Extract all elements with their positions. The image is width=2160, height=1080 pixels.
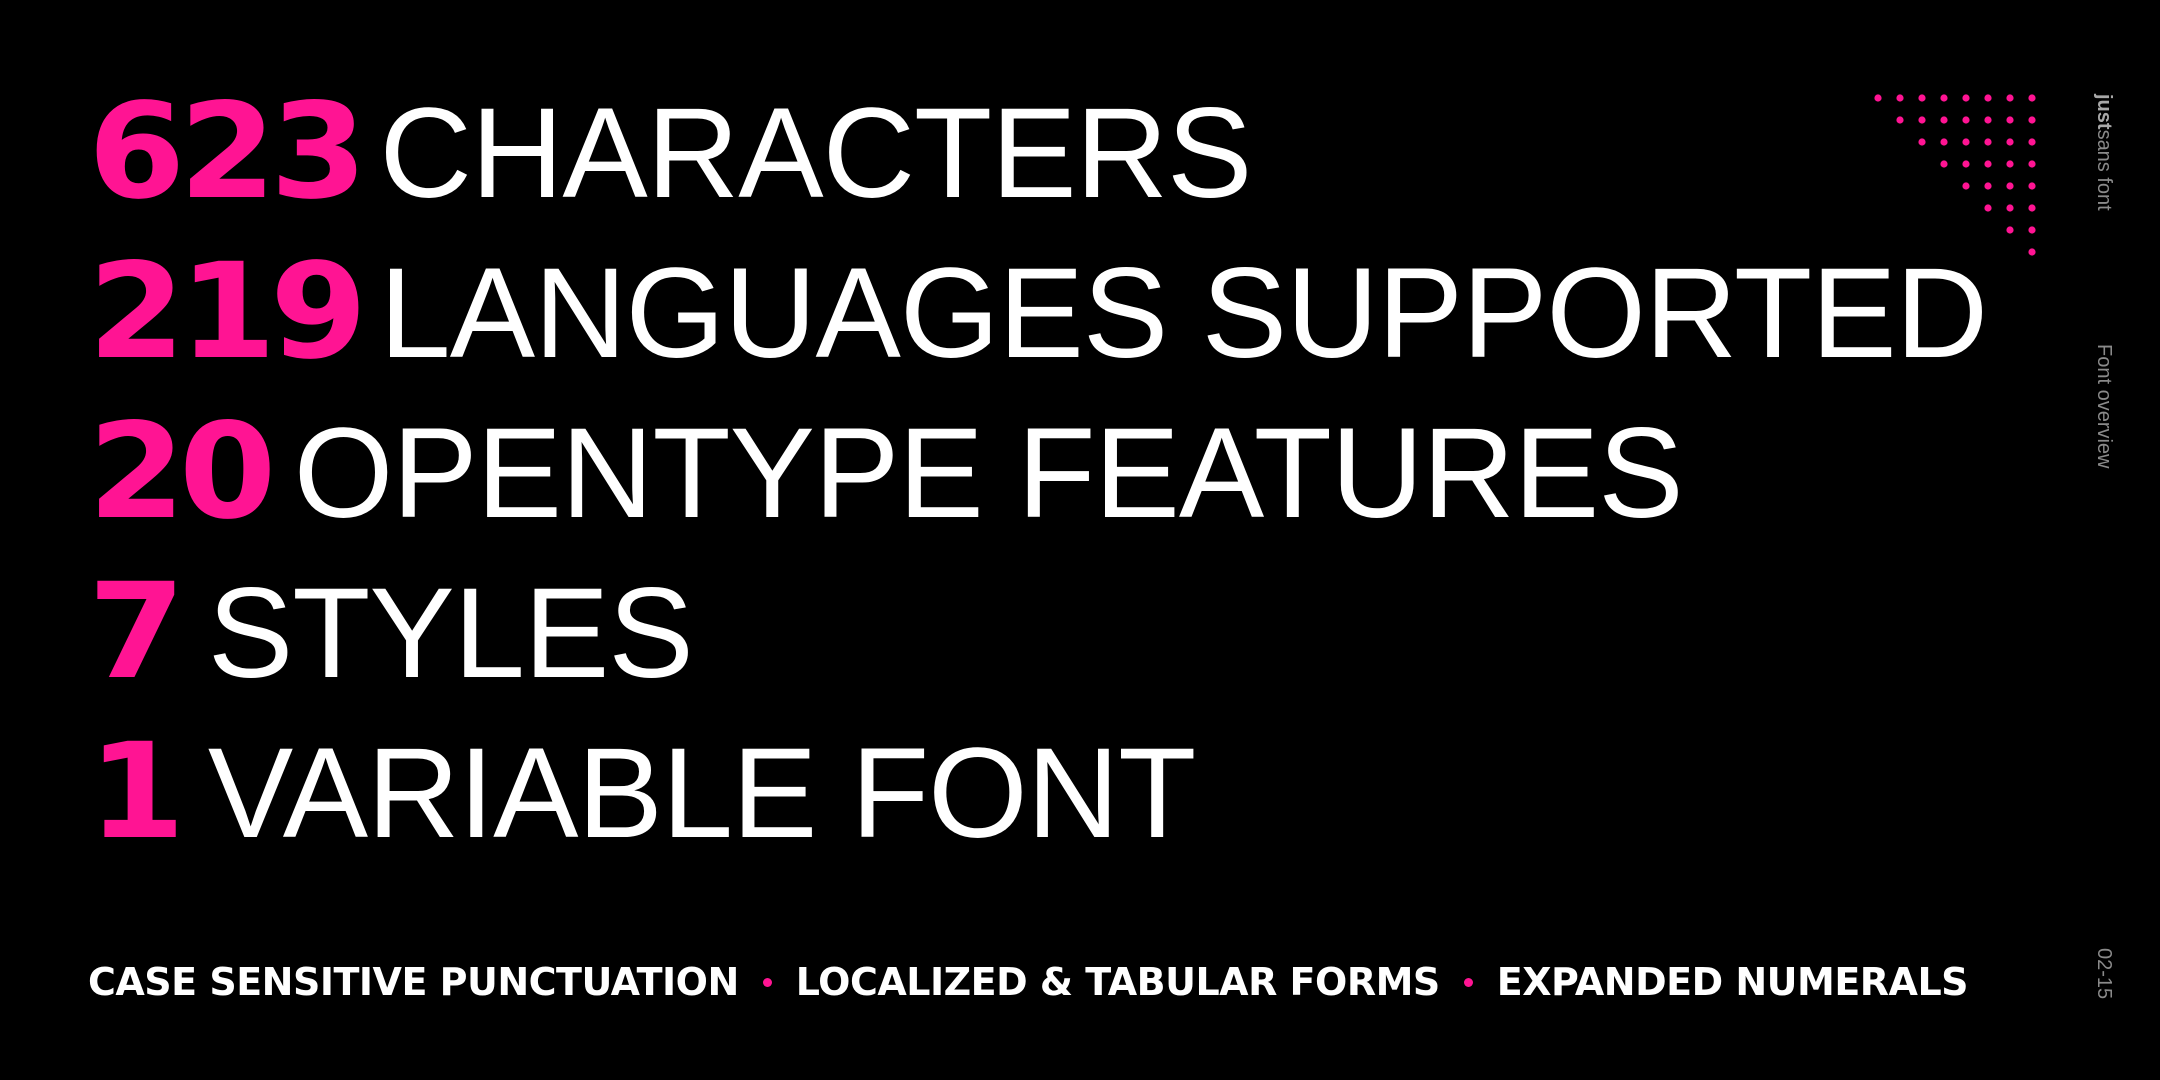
stat-row-variable: 1 VARIABLE FONT [88,712,1987,872]
pattern-dot [1940,160,1948,168]
pattern-dot [2028,138,2036,146]
pattern-dot [1984,204,1992,212]
feature-list: CASE SENSITIVE PUNCTUATION LOCALIZED & T… [88,960,1969,1004]
pattern-dot [1940,116,1948,124]
stat-row-styles: 7 STYLES [88,552,1987,712]
brand-label: justsans font [2092,94,2115,211]
pattern-dot [1984,116,1992,124]
stat-number: 1 [88,715,185,869]
stat-label: OPENTYPE FEATURES [293,402,1684,545]
bullet-dot-icon [1463,977,1473,987]
pattern-dot [2028,248,2036,256]
feature-item: CASE SENSITIVE PUNCTUATION [88,960,739,1004]
brand-bold: just [2093,94,2115,130]
stat-row-characters: 623 CHARACTERS [88,72,1987,232]
pattern-dot [1918,116,1926,124]
pattern-dot [2028,204,2036,212]
dot-triangle-pattern-icon [1874,94,2036,256]
pattern-dot [1984,160,1992,168]
pattern-dot [1962,138,1970,146]
pattern-dot [2006,226,2014,234]
pattern-dot [1962,116,1970,124]
stat-label: VARIABLE FONT [207,722,1196,865]
pattern-dot [1962,160,1970,168]
pattern-dot [1896,116,1904,124]
pattern-dot [2006,204,2014,212]
pattern-dot [1940,94,1948,102]
feature-item: EXPANDED NUMERALS [1496,960,1969,1004]
pattern-dot [2028,116,2036,124]
stat-number: 7 [88,555,185,709]
stat-number: 20 [88,395,276,549]
stats-list: 623 CHARACTERS 219 LANGUAGES SUPPORTED 2… [88,72,1988,872]
pattern-dot [1896,94,1904,102]
pattern-dot [1918,138,1926,146]
stat-label: CHARACTERS [379,82,1253,225]
stat-label: LANGUAGES SUPPORTED [379,242,1988,385]
pattern-dot [2006,138,2014,146]
bullet-dot-icon [762,977,772,987]
pattern-dot [2028,94,2036,102]
feature-item: LOCALIZED & TABULAR FORMS [795,960,1440,1004]
pattern-dot [1984,94,1992,102]
page-number: 02-15 [2093,948,2115,1000]
pattern-dot [1940,138,1948,146]
brand-rest: sans font [2093,129,2115,211]
pattern-dot [1962,94,1970,102]
pattern-dot [2028,182,2036,190]
pattern-dot [1984,138,1992,146]
pattern-dot [2006,182,2014,190]
pattern-dot [1984,182,1992,190]
stat-row-languages: 219 LANGUAGES SUPPORTED [88,232,1988,392]
stat-row-opentype: 20 OPENTYPE FEATURES [88,392,1987,552]
pattern-dot [2028,160,2036,168]
pattern-dot [2006,116,2014,124]
stat-number: 219 [88,235,367,389]
pattern-dot [1918,94,1926,102]
stat-number: 623 [88,75,367,229]
pattern-dot [2006,94,2014,102]
section-label: Font overview [2093,344,2115,469]
stat-label: STYLES [207,562,694,705]
pattern-dot [1962,182,1970,190]
pattern-dot [1874,94,1882,102]
pattern-dot [2006,160,2014,168]
pattern-dot [2028,226,2036,234]
